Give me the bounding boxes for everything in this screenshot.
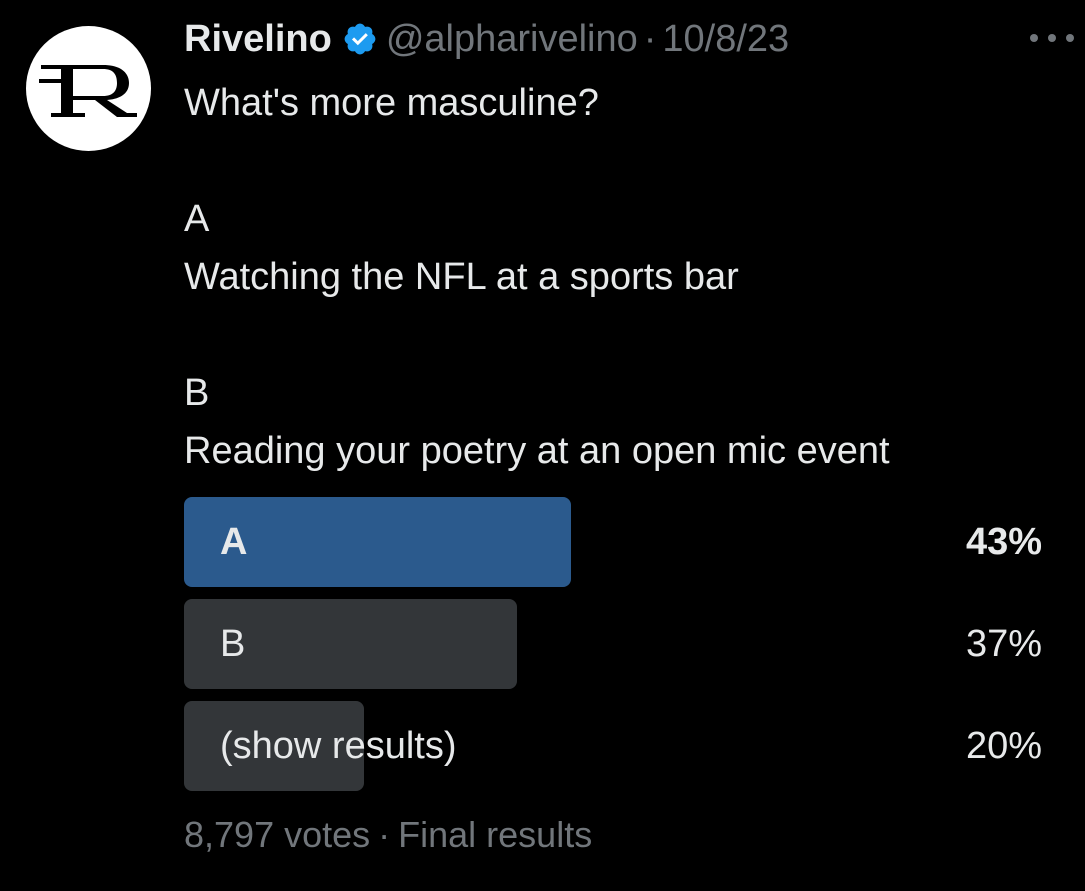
- vote-count: 8,797 votes: [184, 814, 371, 855]
- poll-option-percent: 37%: [965, 623, 1042, 665]
- option-b-letter: B: [184, 372, 210, 414]
- avatar[interactable]: [26, 26, 151, 151]
- poll-option-a: A 43%: [184, 497, 1042, 587]
- dot: [1030, 34, 1038, 42]
- poll-option-label: (show results): [220, 725, 457, 767]
- option-a-text: Watching the NFL at a sports bar: [184, 256, 739, 298]
- poll-option-percent: 20%: [965, 725, 1042, 767]
- tweet-text: What's more masculine? A Watching the NF…: [184, 74, 1064, 480]
- dot: [1066, 34, 1074, 42]
- poll-option-c: (show results) 20%: [184, 701, 1042, 791]
- poll-option-label: A: [220, 521, 248, 563]
- option-b-text: Reading your poetry at an open mic event: [184, 430, 890, 472]
- tweet-header: Rivelino @alpharivelino · 10/8/23: [184, 14, 789, 64]
- tweet-date[interactable]: 10/8/23: [662, 18, 789, 61]
- tweet-question: What's more masculine?: [184, 82, 599, 124]
- poll-footer: 8,797 votes · Final results: [184, 814, 592, 856]
- rivelino-r-logo: [38, 64, 137, 117]
- footer-separator: ·: [378, 814, 391, 855]
- poll-option-b: B 37%: [184, 599, 1042, 689]
- poll-status: Final results: [398, 814, 593, 855]
- more-dots-icon[interactable]: [1030, 28, 1074, 48]
- poll-option-label: B: [220, 623, 246, 665]
- display-name[interactable]: Rivelino: [184, 18, 332, 61]
- verified-badge-icon: [342, 21, 378, 57]
- header-separator: ·: [643, 17, 657, 60]
- dot: [1048, 34, 1056, 42]
- option-a-letter: A: [184, 198, 210, 240]
- poll: A 43% B 37% (show results) 20%: [184, 497, 1042, 803]
- poll-option-percent: 43%: [965, 521, 1042, 563]
- user-handle[interactable]: @alpharivelino: [386, 18, 638, 61]
